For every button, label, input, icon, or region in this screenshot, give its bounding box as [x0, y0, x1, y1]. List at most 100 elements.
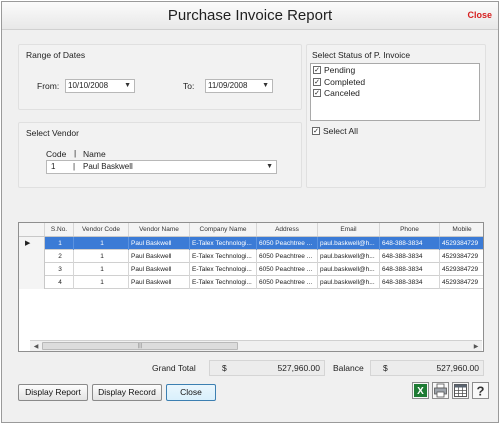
- purchase-invoice-report-window: Purchase Invoice Report Close Range of D…: [1, 1, 499, 423]
- cell-sno: 2: [45, 250, 74, 263]
- cell-email: paul.baskwell@h...: [318, 250, 380, 263]
- checkbox-checked-icon[interactable]: ✓: [313, 88, 321, 97]
- cell-phone: 648-388-3834: [380, 276, 440, 289]
- column-header-mobile[interactable]: Mobile: [440, 223, 483, 236]
- balance-label: Balance: [333, 363, 364, 373]
- cell-sno: 4: [45, 276, 74, 289]
- grid-corner-cell: [19, 223, 45, 236]
- cell-vendor-name: Paul Baskwell: [129, 276, 190, 289]
- column-header-email[interactable]: Email: [318, 223, 380, 236]
- column-header-company-name[interactable]: Company Name: [190, 223, 257, 236]
- checkbox-checked-icon[interactable]: ✓: [313, 65, 321, 74]
- cell-mobile: 4529384729: [440, 237, 483, 250]
- status-option-label: Completed: [324, 77, 366, 87]
- help-icon[interactable]: ?: [472, 382, 489, 399]
- cell-sno: 1: [45, 237, 74, 250]
- column-header-sno[interactable]: S.No.: [45, 223, 74, 236]
- cell-company-name: E-Talex Technologi...: [190, 276, 257, 289]
- row-header: [19, 250, 45, 263]
- table-row[interactable]: 3 1 Paul Baskwell E-Talex Technologi... …: [19, 263, 483, 276]
- vendor-selected-code: 1: [51, 162, 56, 171]
- close-link[interactable]: Close: [467, 10, 492, 20]
- balance-currency: $: [383, 363, 388, 373]
- cell-phone: 648-388-3834: [380, 263, 440, 276]
- cell-vendor-name: Paul Baskwell: [129, 237, 190, 250]
- svg-text:X: X: [417, 386, 424, 397]
- grid-layout-icon[interactable]: [452, 382, 469, 399]
- table-row[interactable]: ▶ 1 1 Paul Baskwell E-Talex Technologi..…: [19, 237, 483, 250]
- current-row-marker-icon: ▶: [19, 237, 45, 250]
- cell-address: 6050 Peachtree ...: [257, 237, 318, 250]
- cell-vendor-code: 1: [74, 237, 129, 250]
- display-report-button[interactable]: Display Report: [18, 384, 88, 401]
- column-header-phone[interactable]: Phone: [380, 223, 440, 236]
- vendor-header-separator: |: [74, 148, 77, 158]
- cell-vendor-name: Paul Baskwell: [129, 250, 190, 263]
- from-label: From:: [37, 81, 60, 91]
- display-record-button[interactable]: Display Record: [92, 384, 162, 401]
- vendor-select[interactable]: 1 | Paul Baskwell ▼: [46, 160, 277, 174]
- title-bar: Purchase Invoice Report Close: [2, 2, 498, 30]
- status-option-label: Canceled: [324, 88, 360, 98]
- cell-email: paul.baskwell@h...: [318, 263, 380, 276]
- table-row[interactable]: 4 1 Paul Baskwell E-Talex Technologi... …: [19, 276, 483, 289]
- close-button[interactable]: Close: [166, 384, 216, 401]
- cell-address: 6050 Peachtree ...: [257, 250, 318, 263]
- excel-export-icon[interactable]: X: [412, 382, 429, 399]
- status-option-canceled[interactable]: ✓ Canceled: [313, 88, 360, 99]
- cell-address: 6050 Peachtree ...: [257, 263, 318, 276]
- scrollbar-thumb[interactable]: |||: [42, 342, 238, 350]
- select-all-label: Select All: [323, 126, 358, 136]
- status-group-title: Select Status of P. Invoice: [312, 50, 411, 60]
- cell-vendor-code: 1: [74, 250, 129, 263]
- grand-total-label: Grand Total: [152, 363, 196, 373]
- grand-total-currency: $: [222, 363, 227, 373]
- cell-email: paul.baskwell@h...: [318, 237, 380, 250]
- cell-company-name: E-Talex Technologi...: [190, 263, 257, 276]
- vendor-selected-separator: |: [73, 162, 76, 171]
- status-checklist: ✓ Pending ✓ Completed ✓ Canceled: [310, 63, 480, 121]
- to-date-picker[interactable]: 11/09/2008 ▼: [205, 79, 273, 93]
- chevron-down-icon: ▼: [266, 163, 273, 170]
- cell-vendor-name: Paul Baskwell: [129, 263, 190, 276]
- grid-horizontal-scrollbar[interactable]: ◀ ||| ▶: [30, 340, 482, 351]
- column-header-vendor-code[interactable]: Vendor Code: [74, 223, 129, 236]
- scroll-left-icon[interactable]: ◀: [31, 342, 41, 351]
- to-date-value: 11/09/2008: [208, 81, 248, 90]
- table-row[interactable]: 2 1 Paul Baskwell E-Talex Technologi... …: [19, 250, 483, 263]
- status-option-pending[interactable]: ✓ Pending: [313, 65, 355, 76]
- to-label: To:: [183, 81, 195, 91]
- select-vendor-title: Select Vendor: [26, 128, 79, 138]
- chevron-down-icon: ▼: [124, 82, 131, 89]
- status-option-completed[interactable]: ✓ Completed: [313, 77, 365, 88]
- checkbox-checked-icon[interactable]: ✓: [313, 77, 321, 86]
- status-option-label: Pending: [324, 65, 356, 75]
- cell-address: 6050 Peachtree ...: [257, 276, 318, 289]
- cell-company-name: E-Talex Technologi...: [190, 250, 257, 263]
- range-of-dates-title: Range of Dates: [26, 50, 86, 60]
- scroll-right-icon[interactable]: ▶: [471, 342, 481, 351]
- column-header-address[interactable]: Address: [257, 223, 318, 236]
- print-icon[interactable]: [432, 382, 449, 399]
- row-header: [19, 276, 45, 289]
- invoice-data-grid[interactable]: S.No. Vendor Code Vendor Name Company Na…: [18, 222, 484, 352]
- cell-company-name: E-Talex Technologi...: [190, 237, 257, 250]
- grand-total-value: 527,960.00: [277, 363, 320, 373]
- column-header-vendor-name[interactable]: Vendor Name: [129, 223, 190, 236]
- balance-value: 527,960.00: [436, 363, 479, 373]
- cell-mobile: 4529384729: [440, 276, 483, 289]
- select-all-checkbox[interactable]: ✓ Select All: [312, 126, 358, 137]
- vendor-selected-name: Paul Baskwell: [83, 162, 133, 171]
- cell-phone: 648-388-3834: [380, 250, 440, 263]
- checkbox-checked-icon[interactable]: ✓: [312, 126, 320, 135]
- row-header: [19, 263, 45, 276]
- svg-text:?: ?: [477, 384, 485, 399]
- from-date-picker[interactable]: 10/10/2008 ▼: [65, 79, 135, 93]
- cell-mobile: 4529384729: [440, 250, 483, 263]
- grand-total-field: $ 527,960.00: [209, 360, 325, 376]
- cell-email: paul.baskwell@h...: [318, 276, 380, 289]
- cell-vendor-code: 1: [74, 276, 129, 289]
- chevron-down-icon: ▼: [262, 82, 269, 89]
- cell-mobile: 4529384729: [440, 263, 483, 276]
- vendor-code-header: Code: [46, 149, 67, 159]
